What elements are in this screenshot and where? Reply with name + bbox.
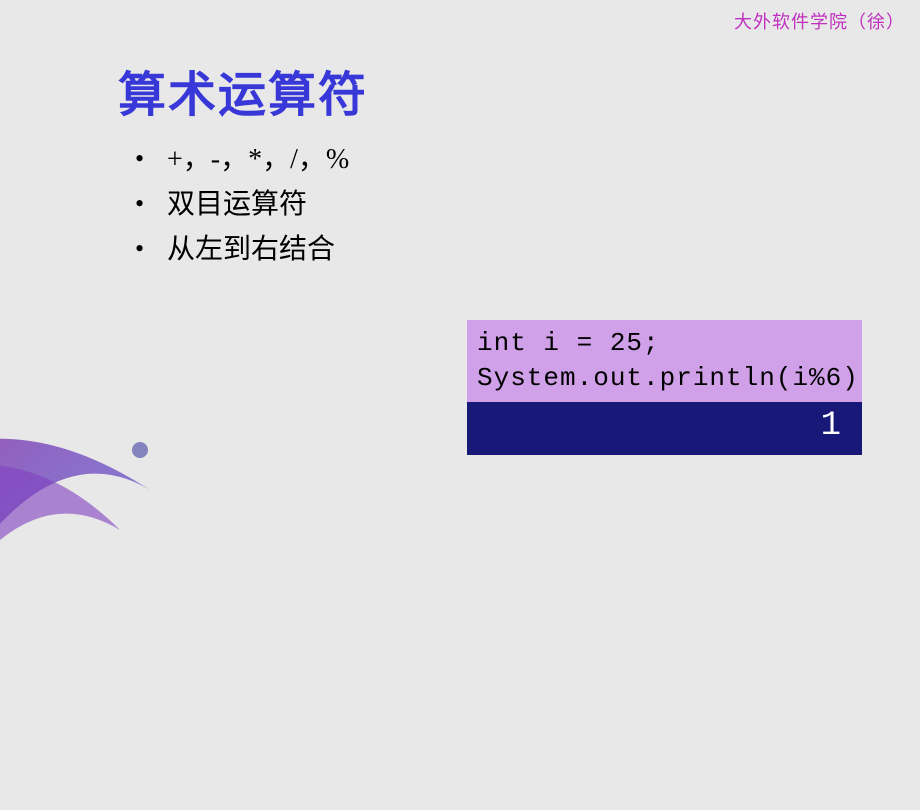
bullet-list: +，-，*，/，% 双目运算符 从左到右结合	[135, 138, 349, 272]
bullet-item: +，-，*，/，%	[135, 138, 349, 183]
code-output: 1	[467, 402, 862, 455]
header-credit: 大外软件学院（徐）	[734, 8, 905, 34]
slide-title: 算术运算符	[118, 55, 368, 125]
bullet-item: 双目运算符	[135, 183, 349, 228]
slide-container: 大外软件学院（徐） 算术运算符 +，-，*，/，% 双目运算符 从左到右结合 i…	[0, 0, 920, 690]
code-box: int i = 25; System.out.println(i%6) 1	[467, 320, 862, 455]
code-line: System.out.println(i%6)	[477, 363, 859, 393]
decorative-swoosh-icon	[0, 310, 300, 810]
bullet-item: 从左到右结合	[135, 228, 349, 273]
code-content: int i = 25; System.out.println(i%6)	[467, 320, 862, 402]
code-line: int i = 25;	[477, 328, 660, 358]
